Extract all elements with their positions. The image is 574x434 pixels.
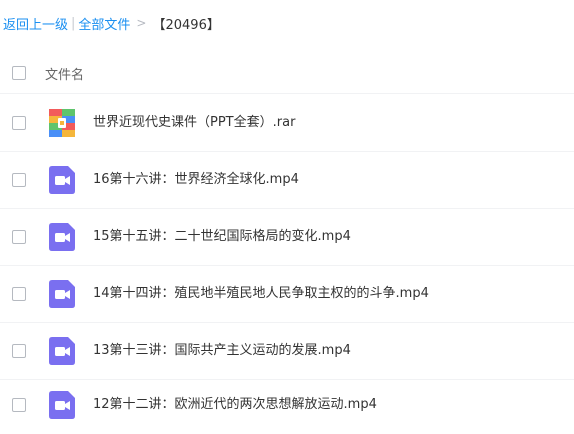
breadcrumb-arrow: > (136, 16, 147, 30)
back-link[interactable]: 返回上一级 (3, 14, 68, 33)
breadcrumb-separator: | (71, 15, 76, 31)
select-all-checkbox[interactable] (12, 66, 26, 80)
file-browser: 返回上一级 | 全部文件 > 【20496】 文件名 世界近现代史课件（PPT全… (0, 0, 574, 434)
file-row[interactable]: 12第十二讲：欧洲近代的两次思想解放运动.mp4 (0, 377, 574, 434)
breadcrumb: 返回上一级 | 全部文件 > 【20496】 (3, 13, 220, 33)
video-icon (49, 166, 75, 194)
file-checkbox[interactable] (12, 344, 26, 358)
file-row[interactable]: 16第十六讲：世界经济全球化.mp4 (0, 152, 574, 209)
file-checkbox[interactable] (12, 230, 26, 244)
video-icon (49, 337, 75, 365)
file-row[interactable]: 15第十五讲：二十世纪国际格局的变化.mp4 (0, 209, 574, 266)
file-name[interactable]: 13第十三讲：国际共产主义运动的发展.mp4 (93, 323, 351, 379)
file-row[interactable]: 世界近现代史课件（PPT全套）.rar (0, 95, 574, 152)
file-name[interactable]: 世界近现代史课件（PPT全套）.rar (93, 95, 295, 151)
file-row[interactable]: 14第十四讲：殖民地半殖民地人民争取主权的的斗争.mp4 (0, 266, 574, 323)
file-checkbox[interactable] (12, 116, 26, 130)
file-name[interactable]: 16第十六讲：世界经济全球化.mp4 (93, 152, 299, 208)
file-name[interactable]: 15第十五讲：二十世纪国际格局的变化.mp4 (93, 209, 351, 265)
video-icon (49, 280, 75, 308)
file-checkbox[interactable] (12, 173, 26, 187)
file-name[interactable]: 14第十四讲：殖民地半殖民地人民争取主权的的斗争.mp4 (93, 266, 429, 322)
archive-icon (49, 109, 75, 137)
file-row[interactable]: 13第十三讲：国际共产主义运动的发展.mp4 (0, 323, 574, 380)
video-icon (49, 223, 75, 251)
video-icon (49, 391, 75, 419)
name-column-header[interactable]: 文件名 (45, 64, 84, 83)
file-name[interactable]: 12第十二讲：欧洲近代的两次思想解放运动.mp4 (93, 377, 377, 433)
current-folder: 【20496】 (152, 17, 220, 33)
all-files-link[interactable]: 全部文件 (78, 14, 130, 33)
file-checkbox[interactable] (12, 398, 26, 412)
list-header: 文件名 (0, 53, 574, 94)
file-checkbox[interactable] (12, 287, 26, 301)
